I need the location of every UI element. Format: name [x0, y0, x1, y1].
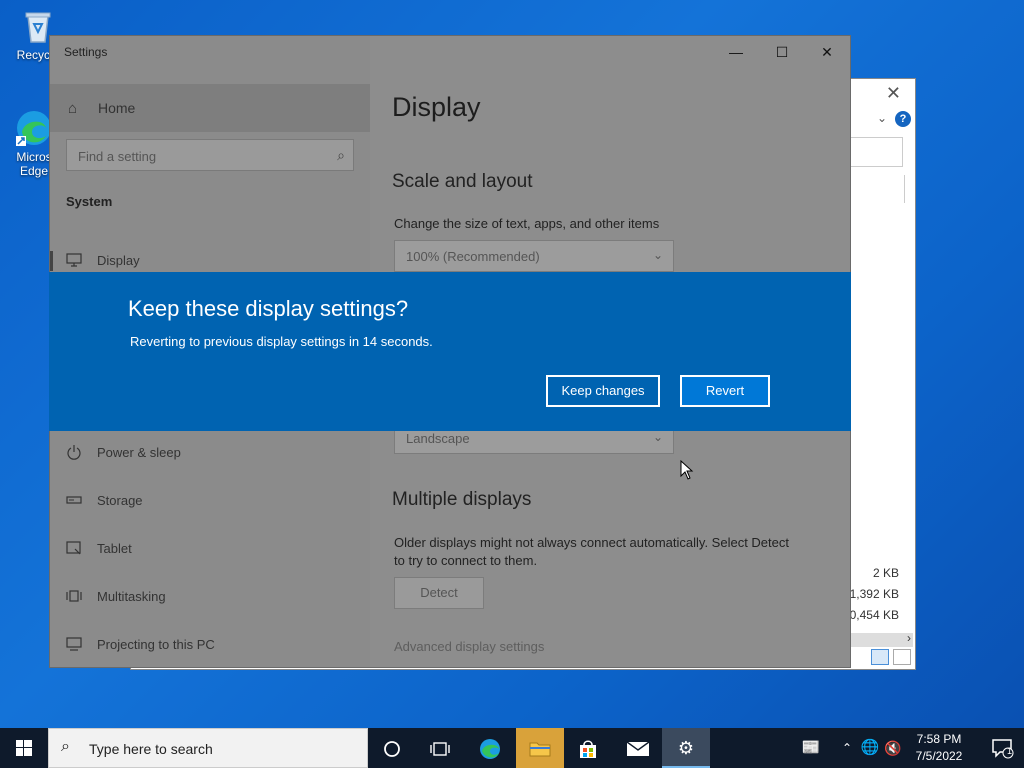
edge-taskbar-button[interactable]: [466, 728, 514, 768]
notification-center-button[interactable]: 1: [980, 728, 1024, 768]
keep-changes-button[interactable]: Keep changes: [546, 375, 660, 407]
clock-time: 7:58 PM: [916, 732, 962, 746]
window-title: Settings: [64, 45, 108, 59]
settings-taskbar-button[interactable]: ⚙: [662, 728, 710, 768]
news-icon[interactable]: 📰: [796, 728, 826, 768]
scale-layout-heading: Scale and layout: [392, 171, 533, 192]
multiple-displays-description: Older displays might not always connect …: [394, 535, 789, 550]
home-icon: ⌂: [68, 100, 78, 117]
sidebar-item-label: Multitasking: [97, 589, 166, 604]
start-button[interactable]: [0, 728, 48, 768]
sidebar-item-label: Tablet: [97, 541, 132, 556]
sidebar-item-power-sleep[interactable]: Power & sleep: [50, 438, 370, 468]
file-size: 2 KB: [872, 566, 899, 580]
projecting-icon: [66, 636, 84, 652]
scale-value: 100% (Recommended): [406, 249, 540, 264]
advanced-display-settings-link[interactable]: Advanced display settings: [394, 639, 544, 654]
divider: [904, 175, 905, 203]
file-size: 10,454 KB: [842, 608, 899, 622]
sidebar-item-label: Home: [98, 100, 136, 116]
windows-logo-icon: [16, 740, 32, 756]
search-placeholder: Type here to search: [89, 741, 213, 757]
monitor-icon: [66, 252, 84, 268]
close-icon[interactable]: ✕: [886, 83, 901, 104]
multiple-displays-heading: Multiple displays: [392, 489, 532, 510]
mouse-cursor-icon: [680, 459, 694, 480]
orientation-value: Landscape: [406, 431, 470, 446]
store-bag-icon: [580, 740, 596, 759]
chevron-down-icon: ⌄: [652, 248, 663, 262]
search-input[interactable]: [847, 137, 903, 167]
sidebar-item-label: Display: [97, 253, 140, 268]
keep-display-settings-dialog: Keep these display settings? Reverting t…: [49, 272, 851, 431]
search-input[interactable]: Find a setting ⌕: [66, 139, 354, 171]
mail-taskbar-button[interactable]: [614, 728, 662, 768]
task-view-button[interactable]: [416, 728, 464, 768]
task-view-icon: [430, 742, 450, 756]
section-label: System: [66, 194, 113, 209]
sidebar-item-projecting[interactable]: Projecting to this PC: [50, 630, 370, 660]
cortana-button[interactable]: [368, 728, 416, 768]
network-icon[interactable]: 🌐: [860, 728, 880, 768]
sidebar-item-label: Power & sleep: [97, 445, 181, 460]
sidebar-item-home[interactable]: ⌂ Home: [50, 84, 370, 132]
dialog-subtitle: Reverting to previous display settings i…: [130, 334, 433, 349]
chevron-right-icon[interactable]: ›: [907, 631, 911, 645]
details-view-icon[interactable]: [871, 649, 889, 665]
edge-icon: [14, 108, 54, 148]
taskbar-search-box[interactable]: ⌕ Type here to search: [48, 728, 368, 768]
maximize-button[interactable]: ☐: [759, 40, 805, 64]
folder-icon: [529, 742, 551, 757]
mail-icon: [626, 741, 650, 757]
close-button[interactable]: ✕: [804, 40, 850, 64]
sidebar-item-multitasking[interactable]: Multitasking: [50, 582, 370, 612]
system-clock[interactable]: 7:58 PM 7/5/2022: [900, 731, 978, 765]
help-icon[interactable]: ?: [895, 111, 911, 127]
multitasking-icon: [66, 588, 84, 604]
detect-button[interactable]: Detect: [394, 577, 484, 609]
horizontal-scrollbar[interactable]: ›: [849, 631, 913, 647]
search-placeholder: Find a setting: [78, 149, 157, 164]
storage-icon: [66, 492, 84, 508]
file-explorer-taskbar-button[interactable]: [516, 728, 564, 768]
revert-button[interactable]: Revert: [680, 375, 770, 407]
cortana-icon: [384, 741, 400, 758]
title-bar[interactable]: Settings — ☐ ✕: [50, 36, 850, 68]
minimize-button[interactable]: —: [713, 40, 759, 64]
selection-indicator: [50, 251, 53, 271]
search-icon: ⌕: [337, 147, 345, 163]
store-taskbar-button[interactable]: [564, 728, 612, 768]
sidebar-item-tablet[interactable]: Tablet: [50, 534, 370, 564]
chevron-down-icon: ⌄: [652, 430, 663, 444]
scale-description: Change the size of text, apps, and other…: [394, 216, 660, 231]
sidebar-item-label: Projecting to this PC: [97, 637, 215, 652]
search-icon: ⌕: [61, 738, 70, 755]
notification-count: 1: [1007, 746, 1013, 756]
clock-date: 7/5/2022: [915, 749, 963, 763]
dialog-title: Keep these display settings?: [128, 296, 409, 321]
taskbar: ⌕ Type here to search ⚙ 📰 ⌃ 🌐 🔇 7:58 PM …: [0, 728, 1024, 768]
gear-icon: ⚙: [677, 738, 695, 758]
edge-icon: [480, 739, 500, 760]
power-icon: [66, 444, 84, 460]
page-title: Display: [392, 92, 481, 122]
chevron-up-icon[interactable]: ⌃: [838, 728, 856, 768]
chevron-down-icon[interactable]: ⌄: [877, 111, 887, 125]
sidebar-item-label: Storage: [97, 493, 143, 508]
scale-dropdown[interactable]: 100% (Recommended) ⌄: [394, 240, 674, 272]
sidebar-item-storage[interactable]: Storage: [50, 486, 370, 516]
multiple-displays-description: to try to connect to them.: [394, 553, 538, 568]
file-size: 11,392 KB: [843, 587, 899, 601]
tablet-icon: [66, 540, 84, 556]
large-icons-view-icon[interactable]: [893, 649, 911, 665]
